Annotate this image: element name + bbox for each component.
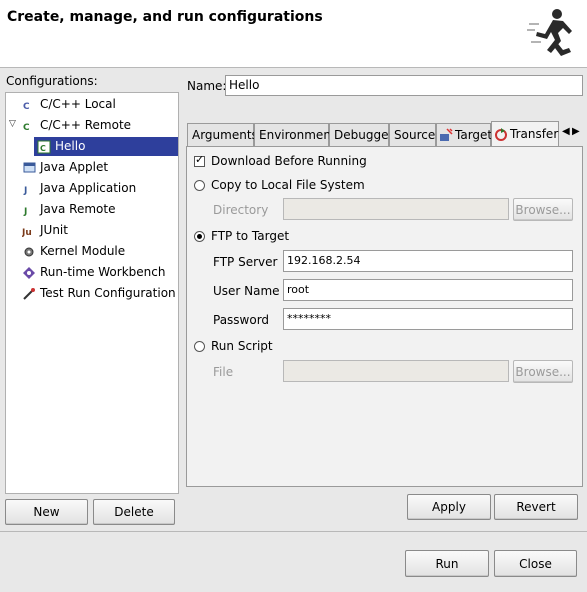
directory-browse-button[interactable]: Browse... — [513, 198, 573, 221]
tree-item-label: Java Remote — [40, 202, 116, 216]
download-before-running-row[interactable]: Download Before Running — [194, 153, 367, 168]
tab-environment[interactable]: Environment — [254, 123, 336, 146]
tab-label: Target — [455, 127, 493, 142]
run-script-row[interactable]: Run Script — [194, 339, 273, 353]
name-label: Name: — [187, 79, 227, 93]
dialog-header: Create, manage, and run configurations — [0, 0, 587, 68]
apply-button[interactable]: Apply — [407, 494, 491, 520]
tree-item-java-application[interactable]: J Java Application — [22, 179, 136, 198]
test-run-icon — [22, 287, 36, 301]
tab-label: Arguments — [192, 127, 258, 142]
tree-item-label: JUnit — [40, 223, 68, 237]
tree-item-runtime-workbench[interactable]: Run-time Workbench — [22, 263, 165, 282]
launch-config-icon: C — [37, 140, 51, 154]
user-name-field[interactable]: root — [283, 279, 573, 301]
tree-item-hello[interactable]: C Hello — [34, 137, 178, 156]
tab-label: Debugger — [334, 127, 394, 142]
tab-bar: Arguments Environment Debugger Source Ta… — [187, 121, 583, 146]
ftp-to-target-label: FTP to Target — [211, 229, 290, 243]
download-before-running-label: Download Before Running — [211, 154, 367, 168]
copy-to-local-label: Copy to Local File System — [211, 178, 365, 192]
tree-item-kernel-module[interactable]: Kernel Module — [22, 242, 125, 261]
delete-button[interactable]: Delete — [93, 499, 175, 525]
configurations-label: Configurations: — [6, 74, 98, 88]
revert-button[interactable]: Revert — [494, 494, 578, 520]
tab-label: Source — [394, 127, 436, 142]
runtime-workbench-icon — [22, 266, 36, 280]
configurations-tree[interactable]: C C/C++ Local ▽ C C/C++ Remote C Hello J… — [5, 92, 179, 494]
java-remote-icon: J — [22, 203, 36, 217]
tab-source[interactable]: Source — [389, 123, 436, 146]
svg-text:Ju: Ju — [22, 228, 32, 238]
dialog-title: Create, manage, and run configurations — [7, 9, 323, 25]
tab-label: Transfer — [510, 126, 559, 141]
file-field[interactable] — [283, 360, 509, 382]
tab-debugger[interactable]: Debugger — [329, 123, 393, 146]
tree-item-label: C/C++ Remote — [40, 118, 132, 132]
tab-target[interactable]: Target — [436, 123, 493, 146]
tree-item-junit[interactable]: Ju JUnit — [21, 221, 68, 240]
tree-item-java-applet[interactable]: Java Applet — [22, 158, 108, 177]
tree-item-cpp-local[interactable]: C C/C++ Local — [22, 95, 116, 114]
ftp-server-label: FTP Server — [213, 255, 278, 269]
collapse-triangle-icon[interactable]: ▽ — [9, 119, 16, 129]
tree-item-label: Hello — [55, 139, 86, 153]
download-before-running-checkbox[interactable] — [194, 153, 205, 167]
password-field[interactable]: ******** — [283, 308, 573, 330]
running-man-icon — [525, 6, 577, 62]
new-button[interactable]: New — [5, 499, 88, 525]
tab-transfer[interactable]: Transfer — [491, 121, 559, 146]
run-button[interactable]: Run — [405, 550, 489, 577]
name-input[interactable]: Hello — [225, 75, 583, 96]
user-name-label: User Name — [213, 284, 280, 298]
ftp-to-target-radio[interactable] — [194, 230, 205, 242]
tree-item-label: Test Run Configuration — [40, 286, 176, 300]
svg-text:J: J — [23, 207, 27, 217]
ftp-to-target-row[interactable]: FTP to Target — [194, 229, 289, 243]
svg-text:C: C — [23, 123, 30, 133]
java-applet-icon — [22, 161, 36, 175]
directory-label: Directory — [213, 203, 269, 217]
transfer-panel: Download Before Running Copy to Local Fi… — [186, 146, 583, 487]
run-script-radio[interactable] — [194, 340, 205, 352]
junit-icon: Ju — [21, 224, 36, 238]
footer-separator — [0, 531, 587, 532]
cpp-local-icon: C — [22, 98, 36, 112]
ftp-server-field[interactable]: 192.168.2.54 — [283, 250, 573, 272]
tab-arguments[interactable]: Arguments — [187, 123, 258, 146]
tree-item-java-remote[interactable]: J Java Remote — [22, 200, 115, 219]
tree-item-label: C/C++ Local — [40, 97, 116, 111]
copy-to-local-row[interactable]: Copy to Local File System — [194, 178, 365, 192]
tree-item-label: Run-time Workbench — [40, 265, 166, 279]
file-label: File — [213, 365, 234, 379]
tree-item-label: Java Application — [40, 181, 137, 195]
file-browse-button[interactable]: Browse... — [513, 360, 573, 383]
tab-scroll-left-icon[interactable]: ◀ — [562, 126, 570, 137]
tree-item-cpp-remote[interactable]: C C/C++ Remote — [22, 116, 131, 135]
directory-field[interactable] — [283, 198, 509, 220]
close-button[interactable]: Close — [494, 550, 577, 577]
tree-item-test-run-configuration[interactable]: Test Run Configuration — [22, 284, 176, 303]
copy-to-local-radio[interactable] — [194, 179, 205, 191]
password-label: Password — [213, 313, 270, 327]
tab-scroll-right-icon[interactable]: ▶ — [572, 126, 580, 137]
svg-text:C: C — [40, 144, 46, 153]
run-script-label: Run Script — [211, 339, 273, 353]
kernel-module-icon — [22, 245, 36, 259]
tree-item-label: Java Applet — [40, 160, 109, 174]
tab-label: Environment — [259, 127, 336, 142]
svg-text:C: C — [23, 102, 30, 112]
svg-text:J: J — [23, 186, 27, 196]
java-application-icon: J — [22, 182, 36, 196]
cpp-remote-icon: C — [22, 119, 36, 133]
transfer-icon — [494, 127, 508, 141]
target-icon — [439, 128, 453, 142]
tree-item-label: Kernel Module — [40, 244, 126, 258]
